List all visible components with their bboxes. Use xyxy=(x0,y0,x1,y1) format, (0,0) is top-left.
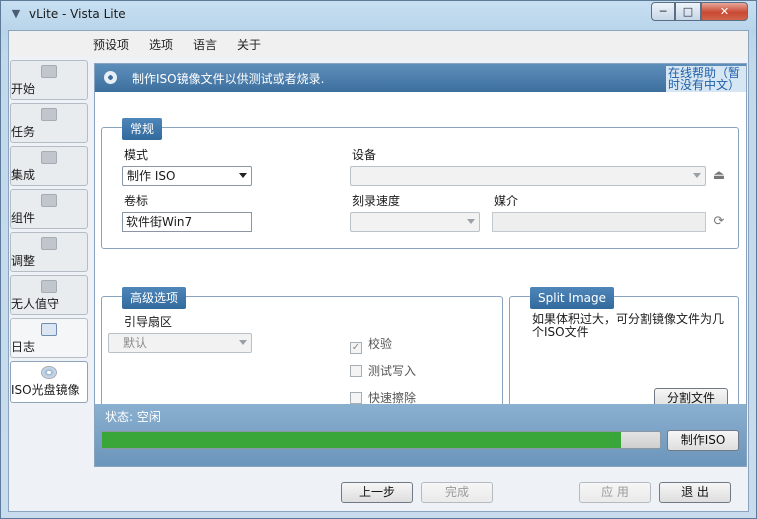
app-icon: ▼ xyxy=(11,7,21,20)
tweaks-icon xyxy=(41,237,57,250)
sidebar-item-tasks[interactable]: 任务 xyxy=(10,103,88,143)
boot-sector-select[interactable]: 默认 xyxy=(108,333,252,353)
chevron-down-icon xyxy=(239,340,247,345)
log-icon xyxy=(41,323,57,336)
advanced-group: 高级选项 引导扇区 默认 ✓ 校验 测试写入 快速擦除 xyxy=(101,287,503,417)
panel-header: 制作ISO镜像文件以供测试或者烧录. 在线帮助（暂时没有中文） xyxy=(95,64,746,92)
checkmark-icon: ✓ xyxy=(350,342,362,354)
status-bar: 状态: 空闲 制作ISO xyxy=(95,404,746,466)
mode-select-value: 制作 ISO xyxy=(127,169,176,183)
sidebar-item-integrate[interactable]: 集成 xyxy=(10,146,88,186)
disc-icon xyxy=(104,71,117,84)
volume-label: 卷标 xyxy=(124,194,149,208)
boot-sector-value: 默认 xyxy=(123,336,148,350)
menu-language[interactable]: 语言 xyxy=(193,36,217,53)
start-icon xyxy=(41,65,57,78)
chevron-down-icon xyxy=(239,173,247,178)
maximize-button[interactable]: □ xyxy=(675,2,701,21)
refresh-icon[interactable]: ⟳ xyxy=(712,215,726,229)
window-title: vLite - Vista Lite xyxy=(29,7,126,21)
split-image-group-title: Split Image xyxy=(530,287,615,309)
device-label: 设备 xyxy=(352,148,377,162)
close-button[interactable]: ✕ xyxy=(701,2,748,21)
menu-options[interactable]: 选项 xyxy=(149,36,173,53)
apply-button[interactable]: 应 用 xyxy=(579,482,651,503)
sidebar-item-label: 调整 xyxy=(11,254,36,268)
verify-checkbox[interactable]: ✓ 校验 xyxy=(350,335,392,354)
sidebar-item-iso[interactable]: ISO光盘镜像 xyxy=(10,361,88,403)
app-window: ▼ vLite - Vista Lite ─ □ ✕ 预设项 选项 语言 关于 … xyxy=(0,0,757,519)
sidebar-item-label: 任务 xyxy=(11,125,36,139)
sidebar-item-label: 开始 xyxy=(11,82,36,96)
burn-speed-label: 刻录速度 xyxy=(352,194,401,208)
iso-disc-icon xyxy=(41,366,57,379)
panel-header-text: 制作ISO镜像文件以供测试或者烧录. xyxy=(132,72,325,86)
split-description: 如果体积过大，可分割镜像文件为几个ISO文件 xyxy=(532,312,725,339)
sidebar-item-start[interactable]: 开始 xyxy=(10,60,88,100)
menu-presets[interactable]: 预设项 xyxy=(93,36,129,53)
make-iso-button[interactable]: 制作ISO xyxy=(667,430,739,451)
sidebar-item-log[interactable]: 日志 xyxy=(10,318,88,358)
components-icon xyxy=(41,194,57,207)
finish-button[interactable]: 完成 xyxy=(421,482,493,503)
test-write-checkbox-label: 测试写入 xyxy=(368,364,417,378)
menu-bar: 预设项 选项 语言 关于 xyxy=(9,31,748,57)
sidebar-item-label: 无人值守 xyxy=(11,297,60,311)
unattended-icon xyxy=(41,280,57,293)
mode-select[interactable]: 制作 ISO xyxy=(122,166,252,186)
volume-input[interactable]: 软件街Win7 xyxy=(122,212,252,232)
tasks-icon xyxy=(41,108,57,121)
status-text: 状态: 空闲 xyxy=(105,410,161,424)
media-label: 媒介 xyxy=(494,194,519,208)
advanced-group-title: 高级选项 xyxy=(122,287,187,309)
chevron-down-icon xyxy=(693,173,701,178)
sidebar-item-tweaks[interactable]: 调整 xyxy=(10,232,88,272)
mode-label: 模式 xyxy=(124,148,149,162)
media-field xyxy=(492,212,706,232)
eject-icon[interactable]: ⏏ xyxy=(712,169,726,183)
sidebar-item-label: 日志 xyxy=(11,340,36,354)
minimize-button[interactable]: ─ xyxy=(651,2,675,21)
general-group: 常规 模式 制作 ISO 设备 ⏏ 卷标 软件街Win7 刻录速度 媒介 ⟳ xyxy=(101,118,739,249)
sidebar: 开始 任务 集成 组件 调整 无人值守 日志 ISO光盘镜像 xyxy=(9,60,89,480)
title-bar[interactable]: ▼ vLite - Vista Lite ─ □ ✕ xyxy=(1,1,756,29)
burn-speed-select[interactable] xyxy=(350,212,480,232)
sidebar-item-label: 集成 xyxy=(11,168,36,182)
chevron-down-icon xyxy=(467,219,475,224)
device-select[interactable] xyxy=(350,166,706,186)
online-help-link[interactable]: 在线帮助（暂时没有中文） xyxy=(666,66,746,92)
previous-button[interactable]: 上一步 xyxy=(341,482,413,503)
exit-button[interactable]: 退 出 xyxy=(659,482,731,503)
split-image-group: Split Image 如果体积过大，可分割镜像文件为几个ISO文件 分割文件 xyxy=(509,287,739,417)
test-write-checkbox[interactable]: 测试写入 xyxy=(350,362,416,379)
sidebar-item-components[interactable]: 组件 xyxy=(10,189,88,229)
integrate-icon xyxy=(41,151,57,164)
client-area: 预设项 选项 语言 关于 开始 任务 集成 组件 调整 无人值守 日志 ISO光… xyxy=(8,30,749,512)
progress-fill xyxy=(102,432,621,448)
quick-erase-checkbox-label: 快速擦除 xyxy=(368,391,417,405)
main-panel: 制作ISO镜像文件以供测试或者烧录. 在线帮助（暂时没有中文） 常规 模式 制作… xyxy=(94,63,747,467)
general-group-title: 常规 xyxy=(122,118,163,140)
sidebar-item-label: ISO光盘镜像 xyxy=(11,383,80,397)
sidebar-item-unattended[interactable]: 无人值守 xyxy=(10,275,88,315)
progress-bar xyxy=(101,431,661,449)
menu-about[interactable]: 关于 xyxy=(237,36,261,53)
verify-checkbox-label: 校验 xyxy=(368,337,393,351)
sidebar-item-label: 组件 xyxy=(11,211,36,225)
boot-sector-label: 引导扇区 xyxy=(124,315,173,329)
